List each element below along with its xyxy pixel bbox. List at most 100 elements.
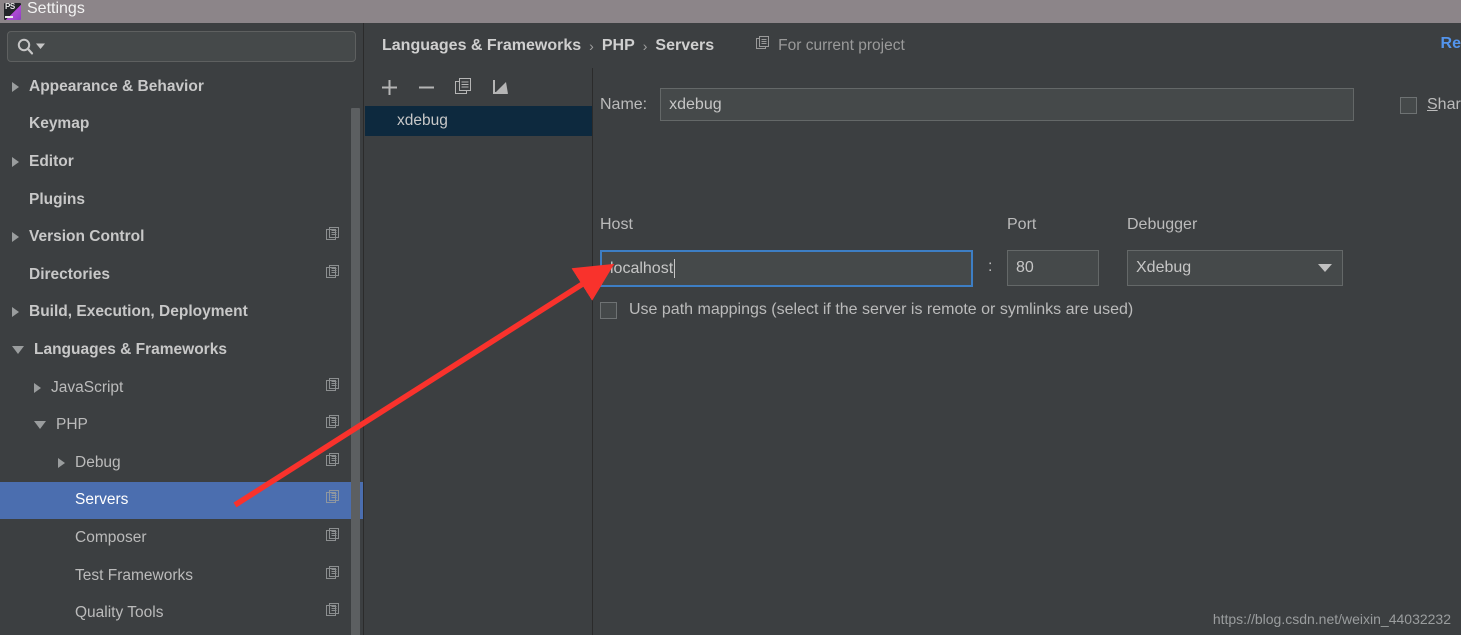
sidebar-item-label: Languages & Frameworks [34, 340, 227, 358]
settings-tree: Appearance & Behavior Keymap Editor Plugins… [0, 68, 363, 632]
sidebar-item-label: JavaScript [51, 378, 124, 396]
sidebar-item-editor[interactable]: Editor [0, 143, 363, 181]
chevron-down-icon [36, 43, 45, 49]
breadcrumb-scope: For current project [756, 35, 905, 56]
host-label: Host [600, 216, 633, 233]
sidebar-item-languages-frameworks[interactable]: Languages & Frameworks [0, 331, 363, 369]
chevron-right-icon[interactable] [12, 232, 19, 243]
chevron-right-icon[interactable] [12, 156, 19, 167]
project-scope-icon [326, 452, 341, 473]
path-mappings-row[interactable]: Use path mappings (select if the server … [600, 301, 1133, 319]
breadcrumb-item-1[interactable]: PHP [602, 37, 635, 55]
debugger-select[interactable]: Xdebug [1127, 250, 1343, 286]
search-input[interactable] [49, 39, 347, 54]
project-scope-icon [326, 264, 341, 285]
sidebar-item-composer[interactable]: Composer [0, 519, 363, 557]
sidebar-item-quality-tools[interactable]: Quality Tools [0, 594, 363, 632]
sidebar-item-label: Plugins [29, 190, 85, 208]
debugger-label: Debugger [1127, 216, 1198, 233]
chevron-right-icon[interactable] [12, 81, 19, 92]
shared-row[interactable]: Shar [1400, 96, 1461, 114]
sidebar-item-directories[interactable]: Directories [0, 256, 363, 294]
remove-server-button[interactable] [416, 77, 436, 97]
settings-sidebar: Appearance & Behavior Keymap Editor Plugins… [0, 23, 364, 635]
project-scope-icon [326, 527, 341, 548]
name-label: Name: [600, 95, 648, 113]
chevron-down-icon [1318, 264, 1332, 272]
sidebar-scrollbar-thumb[interactable] [351, 108, 360, 635]
sidebar-item-keymap[interactable]: Keymap [0, 106, 363, 144]
sidebar-item-version-control[interactable]: Version Control [0, 218, 363, 256]
path-mappings-checkbox[interactable] [600, 301, 617, 319]
sidebar-item-appearance-behavior[interactable]: Appearance & Behavior [0, 68, 363, 106]
sidebar-item-test-frameworks[interactable]: Test Frameworks [0, 557, 363, 595]
sidebar-item-label: Test Frameworks [75, 566, 193, 584]
sidebar-item-label: Appearance & Behavior [29, 77, 204, 95]
port-label: Port [1007, 216, 1037, 233]
server-list-panel: xdebug [365, 68, 593, 635]
chevron-down-icon[interactable] [34, 421, 46, 430]
breadcrumb-separator: › [589, 37, 594, 54]
title-bar: PS Settings [0, 0, 1461, 23]
sidebar-item-label: Keymap [29, 115, 90, 133]
scope-label: For current project [778, 36, 905, 54]
settings-window: PS Settings Appearance & Behavior Keymap E… [0, 0, 1461, 635]
add-server-button[interactable] [379, 77, 399, 97]
reset-link[interactable]: Re [1441, 35, 1461, 53]
server-list-item[interactable]: xdebug [365, 106, 592, 136]
project-scope-icon [326, 377, 341, 398]
sidebar-item-label: Editor [29, 152, 74, 170]
phpstorm-logo-icon: PS [4, 2, 21, 20]
sidebar-search-wrap [0, 23, 363, 62]
project-scope-icon [756, 35, 771, 56]
sidebar-item-label: Servers [75, 491, 129, 509]
project-scope-icon [326, 490, 341, 510]
sidebar-item-javascript[interactable]: JavaScript [0, 369, 363, 407]
search-icon [16, 37, 45, 56]
text-caret [674, 259, 676, 278]
sidebar-item-label: Directories [29, 265, 110, 283]
shared-checkbox[interactable] [1400, 96, 1417, 114]
sidebar-item-build-execution-deployment[interactable]: Build, Execution, Deployment [0, 294, 363, 332]
sidebar-item-label: Composer [75, 528, 147, 546]
import-server-button[interactable] [490, 77, 510, 97]
sidebar-item-label: PHP [56, 416, 88, 434]
chevron-right-icon[interactable] [12, 307, 19, 318]
sidebar-item-label: Debug [75, 453, 121, 471]
sidebar-item-debug[interactable]: Debug [0, 444, 363, 482]
project-scope-icon [326, 415, 341, 435]
search-box[interactable] [7, 31, 356, 62]
sidebar-scrollbar-track[interactable] [351, 63, 362, 635]
project-scope-icon [326, 227, 341, 247]
chevron-right-icon[interactable] [34, 382, 41, 393]
project-scope-icon [326, 565, 341, 586]
server-list: xdebug [365, 106, 592, 136]
port-input[interactable] [1007, 250, 1099, 286]
debugger-select-value: Xdebug [1136, 259, 1192, 276]
breadcrumb-item-2: Servers [655, 36, 715, 54]
host-input[interactable]: localhost [600, 250, 973, 287]
project-scope-icon [326, 603, 341, 623]
chevron-right-icon[interactable] [58, 457, 65, 468]
host-port-colon: : [988, 258, 993, 275]
sidebar-item-label: Version Control [29, 228, 145, 246]
server-form: Name: Host Port Debugger localhost : Xde… [594, 68, 1461, 635]
host-input-value: localhost [610, 259, 674, 277]
breadcrumb-item-0[interactable]: Languages & Frameworks [382, 37, 581, 55]
copy-server-button[interactable] [453, 77, 473, 97]
sidebar-item-servers[interactable]: Servers [0, 481, 363, 520]
breadcrumb-separator: › [642, 37, 648, 54]
server-list-toolbar [365, 68, 592, 106]
sidebar-item-php[interactable]: PHP [0, 406, 363, 444]
path-mappings-label: Use path mappings (select if the server … [629, 301, 1134, 318]
sidebar-item-plugins[interactable]: Plugins [0, 181, 363, 219]
name-row: Name: [600, 88, 1355, 121]
sidebar-item-label: Build, Execution, Deployment [29, 303, 248, 321]
chevron-down-icon[interactable] [12, 345, 24, 354]
sidebar-item-label: Quality Tools [75, 604, 164, 622]
name-input[interactable] [660, 88, 1355, 121]
shared-label: Shar [1427, 96, 1461, 113]
window-title: Settings [27, 0, 85, 17]
breadcrumb: Languages & Frameworks › PHP › Servers F… [365, 23, 1461, 68]
watermark-url: https://blog.csdn.net/weixin_44032232 [1212, 611, 1451, 627]
